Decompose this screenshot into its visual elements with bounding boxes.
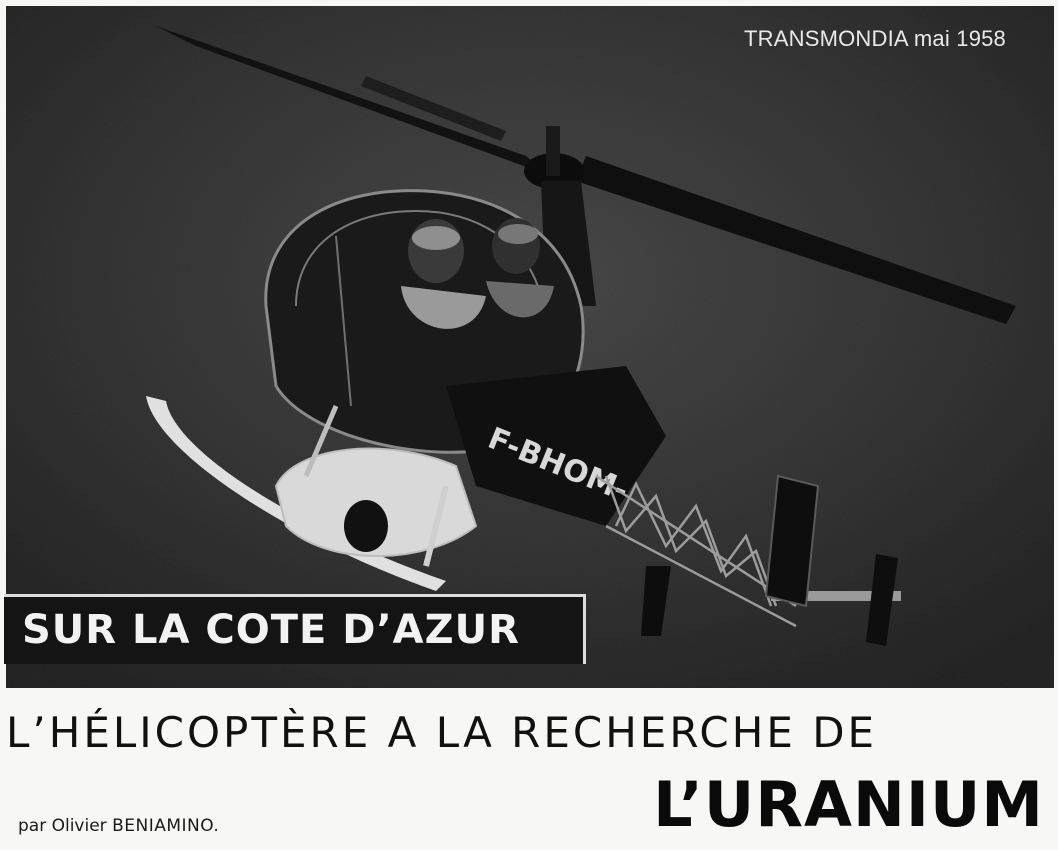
headline-line1: L’HÉLICOPTÈRE A LA RECHERCHE DE <box>6 708 878 757</box>
byline-author: BENIAMINO. <box>112 816 220 836</box>
article-page: F-BHOM- TRANSMONDIA mai 1958 SUR LA COTE… <box>0 0 1058 850</box>
helicopter-illustration: F-BHOM- <box>6 6 1054 688</box>
byline-prefix: par Olivier <box>18 816 107 836</box>
section-banner: SUR LA COTE D’AZUR <box>4 594 586 664</box>
wheel <box>344 500 388 552</box>
photo-credit: TRANSMONDIA mai 1958 <box>744 26 1006 51</box>
byline: par Olivier BENIAMINO. <box>18 816 219 836</box>
helicopter-photo: F-BHOM- TRANSMONDIA mai 1958 <box>6 6 1054 688</box>
headline-line2: L’URANIUM <box>653 768 1044 841</box>
